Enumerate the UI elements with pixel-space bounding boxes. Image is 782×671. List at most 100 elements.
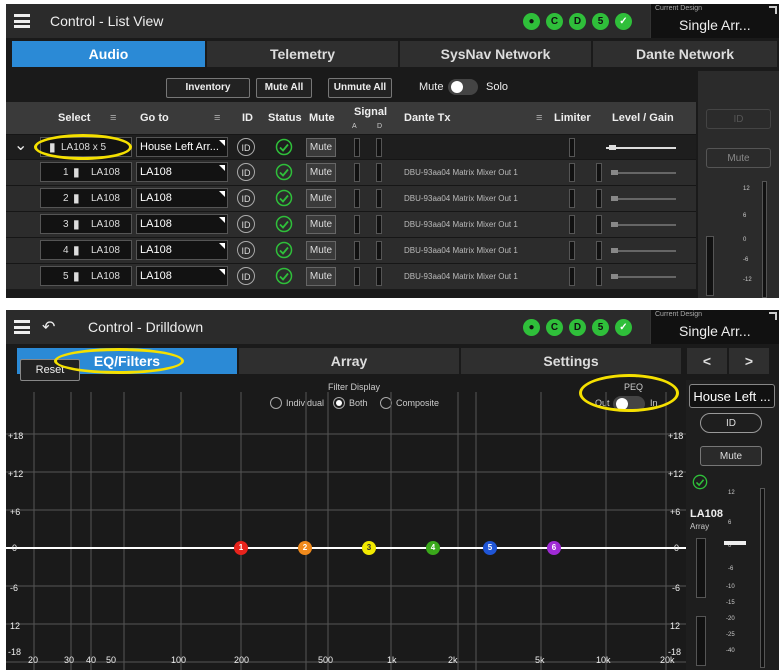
id-button[interactable]: ID	[706, 109, 771, 129]
id-button[interactable]: ID	[700, 413, 762, 433]
tab-sysnav-network[interactable]: SysNav Network	[400, 41, 593, 67]
device-select[interactable]: House Left ...	[689, 384, 775, 408]
id-button[interactable]: ID	[237, 267, 255, 285]
level-fader-knob[interactable]	[611, 274, 618, 279]
id-button[interactable]: ID	[237, 163, 255, 181]
wifi-icon[interactable]: ●	[523, 319, 540, 336]
filter-point-4[interactable]: 4	[426, 541, 440, 555]
dropdown-arrow-icon	[219, 269, 225, 275]
mute-solo-toggle[interactable]	[448, 79, 478, 95]
current-design[interactable]: Current Design Single Arr...	[650, 310, 779, 344]
mute-button[interactable]: Mute	[306, 163, 336, 182]
check-icon[interactable]: ✓	[615, 13, 632, 30]
unmute-all-button[interactable]: Unmute All	[328, 78, 392, 98]
mute-button[interactable]: Mute	[306, 215, 336, 234]
goto-dropdown[interactable]: LA108	[136, 266, 228, 286]
fader-knob[interactable]	[724, 541, 746, 545]
level-fader-knob[interactable]	[611, 170, 618, 175]
status-d-icon[interactable]: D	[569, 13, 586, 30]
goto-dropdown[interactable]: LA108	[136, 162, 228, 182]
level-fader-knob[interactable]	[611, 196, 618, 201]
sort-icon[interactable]: ≡	[536, 102, 542, 134]
table-row-master[interactable]: ⌄ ▮ LA108 x 5 House Left Arr... ID Mute	[6, 134, 696, 160]
select-box[interactable]: 3 ▮ LA108	[40, 214, 132, 234]
goto-dropdown[interactable]: LA108	[136, 188, 228, 208]
level-fader[interactable]	[611, 250, 676, 252]
col-goto[interactable]: Go to	[140, 102, 169, 134]
wifi-icon[interactable]: ●	[523, 13, 540, 30]
level-fader[interactable]	[611, 198, 676, 200]
tab-array[interactable]: Array	[239, 348, 461, 374]
id-button[interactable]: ID	[237, 138, 255, 156]
id-button[interactable]: ID	[237, 241, 255, 259]
select-box[interactable]: 5 ▮ LA108	[40, 266, 132, 286]
filter-point-5[interactable]: 5	[483, 541, 497, 555]
inventory-button[interactable]: Inventory	[166, 78, 250, 98]
status-c-icon[interactable]: C	[546, 319, 563, 336]
master-fader-track[interactable]	[762, 181, 767, 298]
mute-button[interactable]: Mute	[306, 241, 336, 260]
id-button[interactable]: ID	[237, 189, 255, 207]
mute-button[interactable]: Mute	[306, 267, 336, 286]
level-fader-knob[interactable]	[611, 248, 618, 253]
filter-point-3[interactable]: 3	[362, 541, 376, 555]
expand-icon[interactable]	[769, 6, 777, 14]
id-button[interactable]: ID	[237, 215, 255, 233]
goto-dropdown[interactable]: LA108	[136, 214, 228, 234]
table-row[interactable]: 4 ▮ LA108 LA108 ID Mute DBU-93aa04 Matri…	[6, 237, 696, 263]
col-select[interactable]: Select	[58, 102, 90, 134]
level-fader-knob[interactable]	[609, 145, 616, 150]
status-d-icon[interactable]: D	[569, 319, 586, 336]
chevron-down-icon[interactable]: ⌄	[14, 136, 27, 155]
select-box[interactable]: 4 ▮ LA108	[40, 240, 132, 260]
table-row[interactable]: 3 ▮ LA108 LA108 ID Mute DBU-93aa04 Matri…	[6, 211, 696, 237]
filter-point-2[interactable]: 2	[298, 541, 312, 555]
prev-button[interactable]: <	[687, 348, 729, 374]
level-fader[interactable]	[606, 147, 676, 149]
filter-point-1[interactable]: 1	[234, 541, 248, 555]
fader-track[interactable]	[760, 488, 765, 668]
select-box[interactable]: 1 ▮ LA108	[40, 162, 132, 182]
drilldown-panel: ↶ Control - Drilldown ● C D 5 ✓ Current Desi…	[6, 310, 779, 670]
select-box[interactable]: 2 ▮ LA108	[40, 188, 132, 208]
reset-button[interactable]: Reset	[20, 359, 80, 381]
level-meter	[596, 215, 602, 234]
select-box[interactable]: ▮ LA108 x 5	[40, 137, 132, 157]
tab-settings[interactable]: Settings	[461, 348, 683, 374]
check-icon[interactable]: ✓	[615, 319, 632, 336]
filter-display-label: Filter Display	[328, 382, 381, 392]
signal-meter-a	[354, 163, 360, 182]
table-row[interactable]: 5 ▮ LA108 LA108 ID Mute DBU-93aa04 Matri…	[6, 263, 696, 289]
menu-icon[interactable]	[14, 14, 30, 28]
level-fader[interactable]	[611, 224, 676, 226]
mute-button[interactable]: Mute	[706, 148, 771, 168]
menu-icon[interactable]	[14, 320, 30, 334]
y-label: +6	[10, 507, 21, 517]
status-5-icon[interactable]: 5	[592, 319, 609, 336]
expand-icon[interactable]	[769, 312, 777, 320]
status-c-icon[interactable]: C	[546, 13, 563, 30]
tab-telemetry[interactable]: Telemetry	[207, 41, 400, 67]
back-icon[interactable]: ↶	[42, 317, 55, 337]
table-row[interactable]: 2 ▮ LA108 LA108 ID Mute DBU-93aa04 Matri…	[6, 185, 696, 211]
filter-point-6[interactable]: 6	[547, 541, 561, 555]
sort-icon[interactable]: ≡	[214, 102, 220, 134]
sort-icon[interactable]: ≡	[110, 102, 116, 134]
current-design[interactable]: Current Design Single Arr...	[650, 4, 779, 38]
tab-dante-network[interactable]: Dante Network	[593, 41, 779, 67]
y-label-right: 0	[674, 543, 680, 553]
next-button[interactable]: >	[729, 348, 771, 374]
tab-audio[interactable]: Audio	[12, 41, 207, 67]
mute-button[interactable]: Mute	[700, 446, 762, 466]
level-fader[interactable]	[611, 276, 676, 278]
mute-all-button[interactable]: Mute All	[256, 78, 312, 98]
table-row[interactable]: 1 ▮ LA108 LA108 ID Mute DBU-93aa04 Matri…	[6, 159, 696, 185]
mute-button[interactable]: Mute	[306, 138, 336, 157]
goto-dropdown[interactable]: LA108	[136, 240, 228, 260]
mute-button[interactable]: Mute	[306, 189, 336, 208]
status-5-icon[interactable]: 5	[592, 13, 609, 30]
goto-dropdown[interactable]: House Left Arr...	[136, 137, 228, 157]
eq-plot[interactable]	[6, 392, 686, 670]
level-fader-knob[interactable]	[611, 222, 618, 227]
level-fader[interactable]	[611, 172, 676, 174]
